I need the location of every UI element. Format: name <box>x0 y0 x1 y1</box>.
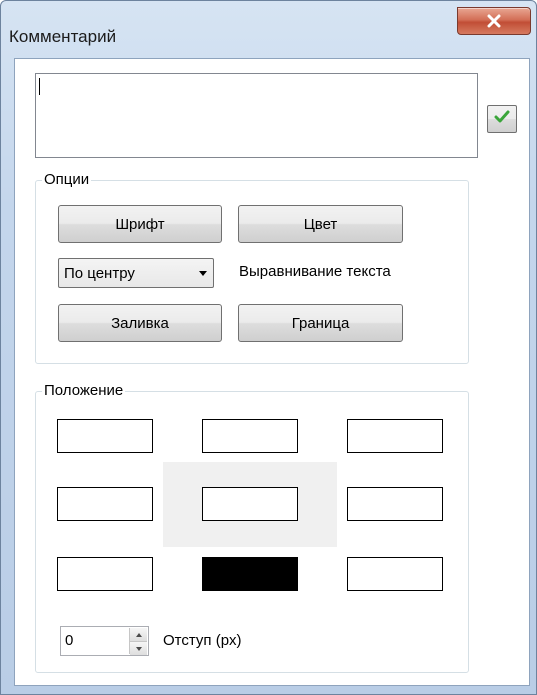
alignment-selected: По центру <box>64 265 135 282</box>
position-middle-left[interactable] <box>57 487 153 521</box>
stepper-buttons <box>129 628 147 655</box>
position-legend: Положение <box>42 382 126 399</box>
alignment-dropdown[interactable]: По центру <box>58 258 214 288</box>
position-bottom-right[interactable] <box>347 557 443 591</box>
stepper-up-button[interactable] <box>130 628 147 641</box>
arrow-up-icon <box>135 632 142 637</box>
indent-label: Отступ (px) <box>163 632 242 649</box>
position-top-left[interactable] <box>57 419 153 453</box>
indent-value: 0 <box>65 632 74 649</box>
border-button[interactable]: Граница <box>238 304 403 342</box>
position-middle-center[interactable] <box>202 487 298 521</box>
comment-input[interactable] <box>35 73 478 158</box>
text-caret <box>39 78 40 95</box>
comment-dialog: Комментарий Опции Шрифт Цвет По центру В… <box>0 0 537 695</box>
color-button[interactable]: Цвет <box>238 205 403 243</box>
close-button[interactable] <box>457 7 531 35</box>
checkmark-icon <box>494 110 510 129</box>
position-bottom-left[interactable] <box>57 557 153 591</box>
font-button[interactable]: Шрифт <box>58 205 222 243</box>
options-legend: Опции <box>42 171 92 188</box>
apply-button[interactable] <box>487 105 517 133</box>
position-middle-right[interactable] <box>347 487 443 521</box>
position-top-right[interactable] <box>347 419 443 453</box>
position-bottom-center[interactable] <box>202 557 298 591</box>
title-bar[interactable]: Комментарий <box>1 1 536 55</box>
fill-button[interactable]: Заливка <box>58 304 222 342</box>
position-top-center[interactable] <box>202 419 298 453</box>
alignment-label: Выравнивание текста <box>239 263 391 280</box>
dialog-body: Опции Шрифт Цвет По центру Выравнивание … <box>14 58 530 686</box>
window-title: Комментарий <box>9 27 117 46</box>
options-group: Опции Шрифт Цвет По центру Выравнивание … <box>35 171 469 364</box>
chevron-down-icon <box>199 271 207 276</box>
close-icon <box>458 8 530 34</box>
position-group: Положение 0 Отступ (px) <box>35 382 469 673</box>
arrow-down-icon <box>135 646 142 651</box>
indent-stepper[interactable]: 0 <box>60 626 149 656</box>
stepper-down-button[interactable] <box>130 641 147 655</box>
